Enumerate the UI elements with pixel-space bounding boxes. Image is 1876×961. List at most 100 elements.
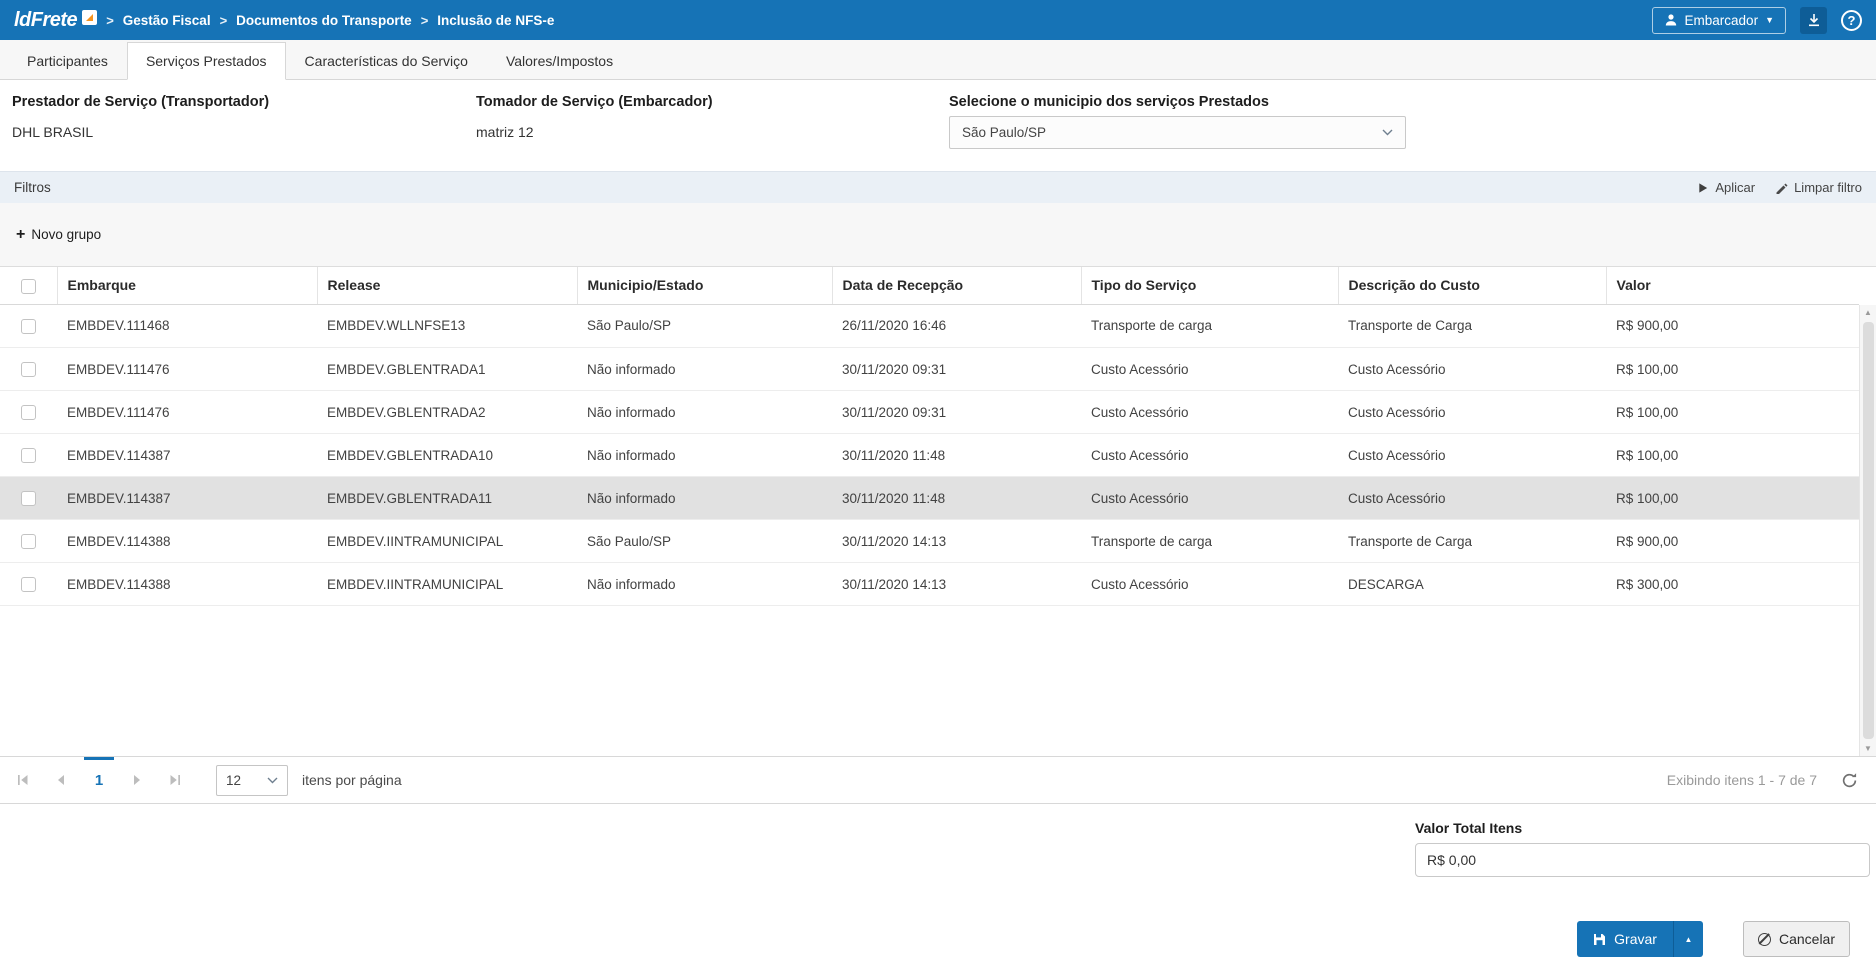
first-page-button[interactable] (4, 757, 42, 803)
breadcrumb-item-inclusao-nfse[interactable]: Inclusão de NFS-e (437, 13, 554, 28)
table-row[interactable]: EMBDEV.114388 EMBDEV.IINTRAMUNICIPAL Não i… (0, 562, 1859, 606)
cell-descricao_custo: Custo Acessório (1338, 390, 1606, 434)
tab-participantes[interactable]: Participantes (8, 42, 127, 80)
tab-servicos-prestados[interactable]: Serviços Prestados (126, 42, 286, 80)
current-page-button[interactable]: 1 (80, 757, 118, 803)
cell-descricao_custo: Custo Acessório (1338, 476, 1606, 520)
new-group-button[interactable]: + Novo grupo (16, 226, 101, 243)
tab-strip: Participantes Serviços Prestados Caracte… (0, 40, 1876, 80)
table-row[interactable]: EMBDEV.111468 EMBDEV.WLLNFSE13 São Paulo/S… (0, 304, 1859, 348)
header-valor[interactable]: Valor (1606, 267, 1859, 305)
tab-caracteristicas-servico[interactable]: Características do Serviço (286, 42, 487, 80)
cell-release: EMBDEV.GBLENTRADA10 (317, 433, 577, 477)
row-checkbox[interactable] (21, 576, 36, 592)
cell-valor: R$ 900,00 (1606, 519, 1859, 563)
refresh-icon (1842, 772, 1857, 787)
footer-actions: Gravar ▲ Cancelar (1577, 921, 1850, 957)
select-all-checkbox[interactable] (20, 278, 36, 294)
refresh-button[interactable] (1841, 772, 1858, 789)
save-button-group: Gravar ▲ (1577, 921, 1703, 957)
vertical-scrollbar[interactable]: ▲ ▼ (1859, 304, 1876, 756)
cell-valor: R$ 100,00 (1606, 347, 1859, 391)
row-checkbox[interactable] (21, 447, 36, 463)
header-data-recepcao[interactable]: Data de Recepção (832, 267, 1082, 305)
last-page-button[interactable] (156, 757, 194, 803)
municipio-selected-value: São Paulo/SP (962, 125, 1047, 140)
row-checkbox[interactable] (21, 318, 36, 334)
next-page-button[interactable] (118, 757, 156, 803)
table-body: EMBDEV.111468 EMBDEV.WLLNFSE13 São Paulo/S… (0, 304, 1859, 606)
download-button[interactable] (1800, 6, 1827, 34)
scrollbar-thumb[interactable] (1862, 321, 1874, 739)
prestador-value: DHL BRASIL (12, 124, 94, 140)
cell-release: EMBDEV.GBLENTRADA11 (317, 476, 577, 520)
app-logo[interactable]: ldFrete (14, 8, 98, 32)
tomador-value: matriz 12 (476, 124, 534, 140)
cancel-button-label: Cancelar (1778, 931, 1835, 947)
row-checkbox[interactable] (21, 490, 36, 506)
header-descricao-custo[interactable]: Descrição do Custo (1338, 267, 1607, 305)
cell-municipio_estado: Não informado (577, 562, 832, 606)
save-button[interactable]: Gravar (1577, 921, 1673, 957)
apply-filter-button[interactable]: Aplicar (1697, 180, 1755, 195)
table-row[interactable]: EMBDEV.114388 EMBDEV.IINTRAMUNICIPAL São P… (0, 519, 1859, 563)
cell-tipo_servico: Custo Acessório (1081, 347, 1338, 391)
footer: Valor Total Itens Gravar ▲ C (0, 804, 1876, 961)
cell-release: EMBDEV.GBLENTRADA1 (317, 347, 577, 391)
cell-embarque: EMBDEV.111468 (57, 304, 317, 348)
cancel-button[interactable]: Cancelar (1742, 921, 1850, 957)
logo-text: ldFrete (14, 8, 78, 31)
filters-bar: Filtros Aplicar Limpar filtro (0, 171, 1876, 203)
play-icon (1699, 182, 1708, 193)
row-checkbox[interactable] (21, 533, 36, 549)
chevron-right-icon: > (106, 12, 114, 28)
total-items-input[interactable] (1415, 843, 1870, 877)
clear-filter-label: Limpar filtro (1794, 180, 1862, 195)
municipio-label: Selecione o municipio dos serviços Prest… (949, 94, 1269, 110)
header-embarque[interactable]: Embarque (57, 267, 318, 305)
row-checkbox-cell (0, 433, 57, 477)
row-checkbox[interactable] (21, 404, 36, 420)
user-menu-label: Embarcador (1684, 12, 1759, 28)
pager-status: Exibindo itens 1 - 7 de 7 (1666, 772, 1817, 788)
row-checkbox-cell (0, 562, 57, 606)
breadcrumb: > Gestão Fiscal > Documentos do Transpor… (97, 13, 554, 28)
table-row[interactable]: EMBDEV.114387 EMBDEV.GBLENTRADA10 Não info… (0, 433, 1859, 477)
chevron-right-icon: > (219, 12, 228, 28)
table-row[interactable]: EMBDEV.111476 EMBDEV.GBLENTRADA2 Não infor… (0, 390, 1859, 434)
page-size-value: 12 (226, 772, 242, 788)
pager: 1 12 itens por página Exibindo itens 1 -… (0, 756, 1876, 804)
header-municipio-estado[interactable]: Municipio/Estado (577, 267, 833, 305)
user-menu-button[interactable]: Embarcador ▼ (1651, 6, 1786, 34)
help-button[interactable]: ? (1841, 9, 1862, 31)
first-page-icon (18, 775, 28, 785)
page-size-select[interactable]: 12 (216, 764, 288, 796)
breadcrumb-item-documentos-transporte[interactable]: Documentos do Transporte (236, 13, 412, 28)
scroll-up-icon[interactable]: ▲ (1860, 305, 1876, 321)
cell-municipio_estado: Não informado (577, 390, 832, 434)
cell-valor: R$ 900,00 (1606, 304, 1859, 348)
previous-page-button[interactable] (42, 757, 80, 803)
next-page-icon (134, 775, 140, 785)
cell-descricao_custo: Custo Acessório (1338, 433, 1606, 477)
municipio-select[interactable]: São Paulo/SP (949, 116, 1406, 149)
cell-data_recepcao: 26/11/2020 16:46 (832, 304, 1081, 348)
breadcrumb-item-gestao-fiscal[interactable]: Gestão Fiscal (123, 13, 211, 28)
triangle-up-icon: ▲ (1684, 934, 1693, 944)
row-checkbox[interactable] (21, 361, 36, 377)
tab-valores-impostos[interactable]: Valores/Impostos (487, 42, 632, 80)
clear-filter-button[interactable]: Limpar filtro (1775, 180, 1862, 195)
table-row[interactable]: EMBDEV.114387 EMBDEV.GBLENTRADA11 Não info… (0, 476, 1859, 520)
scroll-down-icon[interactable]: ▼ (1860, 740, 1876, 756)
row-checkbox-cell (0, 304, 57, 348)
chevron-right-icon: > (420, 12, 429, 28)
table-row[interactable]: EMBDEV.111476 EMBDEV.GBLENTRADA1 Não infor… (0, 347, 1859, 391)
save-options-button[interactable]: ▲ (1672, 921, 1703, 957)
header-release[interactable]: Release (317, 267, 578, 305)
tomador-label: Tomador de Serviço (Embarcador) (476, 94, 713, 110)
chevron-down-icon: ▼ (1765, 15, 1774, 25)
cell-data_recepcao: 30/11/2020 09:31 (832, 347, 1081, 391)
cell-data_recepcao: 30/11/2020 14:13 (832, 519, 1081, 563)
header-tipo-servico[interactable]: Tipo do Serviço (1081, 267, 1339, 305)
cell-tipo_servico: Transporte de carga (1081, 304, 1338, 348)
